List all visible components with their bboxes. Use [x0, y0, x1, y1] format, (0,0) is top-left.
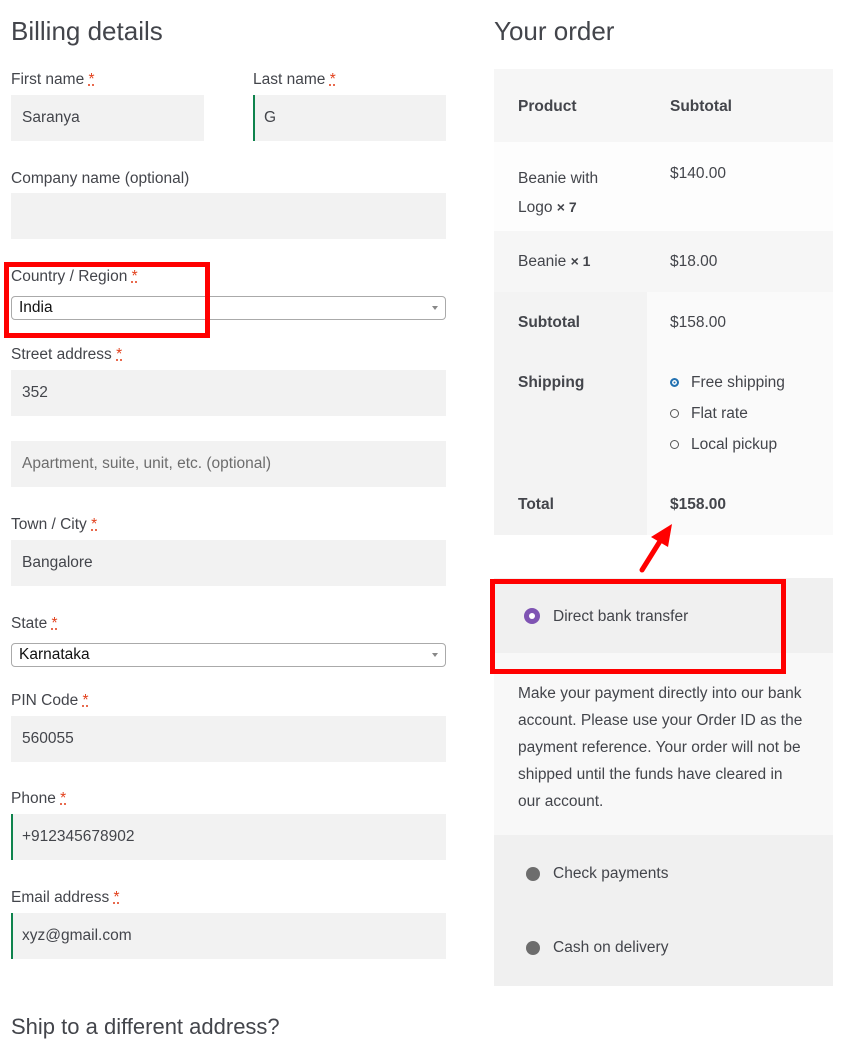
city-field[interactable]: Bangalore: [11, 540, 446, 586]
col-subtotal: Subtotal: [670, 98, 732, 115]
shipping-option-free[interactable]: Free shipping: [670, 374, 785, 392]
annotation-highlight-payment: [490, 579, 786, 674]
state-label: State *: [11, 615, 58, 632]
order-item-name: Beanie × 1: [518, 253, 591, 270]
street-label: Street address *: [11, 346, 123, 363]
arrow-shaft: [639, 535, 665, 573]
radio-icon[interactable]: [670, 440, 679, 450]
shipping-option-flat[interactable]: Flat rate: [670, 405, 748, 423]
chevron-down-icon: [432, 653, 438, 657]
order-item-price: $140.00: [670, 165, 727, 182]
required-mark: *: [60, 790, 67, 807]
subtotal-value: $158.00: [670, 314, 727, 331]
subtotal-label: Subtotal: [518, 314, 580, 331]
street-field[interactable]: 352: [11, 370, 446, 416]
radio-selected-icon[interactable]: [670, 378, 679, 388]
city-label: Town / City *: [11, 516, 98, 533]
item-qty: × 7: [556, 199, 577, 215]
annotation-highlight-country: [4, 262, 210, 338]
required-mark: *: [51, 615, 58, 632]
pin-label: PIN Code *: [11, 692, 89, 709]
order-title: Your order: [494, 16, 615, 46]
pin-field[interactable]: 560055: [11, 716, 446, 762]
required-mark: *: [82, 692, 89, 709]
shipping-label: Shipping: [518, 374, 585, 391]
first-name-field[interactable]: Saranya: [11, 95, 204, 141]
last-name-label: Last name *: [253, 71, 336, 88]
phone-field[interactable]: +912345678902: [11, 814, 446, 860]
required-mark: *: [113, 889, 120, 906]
order-item-name: Beanie with Logo × 7: [518, 170, 599, 216]
email-field[interactable]: xyz@gmail.com: [11, 913, 446, 959]
required-mark: *: [91, 516, 98, 533]
phone-label: Phone *: [11, 790, 67, 807]
payment-radio-icon[interactable]: [526, 867, 540, 881]
ship-different-heading[interactable]: Ship to a different address?: [11, 1014, 280, 1040]
required-mark: *: [329, 71, 336, 88]
required-mark: *: [116, 346, 123, 363]
payment-method-check[interactable]: Check payments: [553, 865, 668, 883]
col-product: Product: [518, 98, 577, 115]
arrow-head: [651, 524, 672, 547]
email-label: Email address *: [11, 889, 120, 906]
payment-method-cod[interactable]: Cash on delivery: [553, 939, 668, 957]
annotation-arrow-icon: [639, 524, 672, 573]
state-select[interactable]: Karnataka: [11, 643, 446, 667]
payment-description: Make your payment directly into our bank…: [518, 685, 803, 810]
last-name-field[interactable]: G: [253, 95, 446, 141]
apartment-field[interactable]: Apartment, suite, unit, etc. (optional): [11, 441, 446, 487]
item-qty: × 1: [570, 253, 591, 269]
billing-title: Billing details: [11, 16, 163, 46]
shipping-option-local[interactable]: Local pickup: [670, 436, 777, 454]
chevron-down-icon: [432, 306, 438, 310]
required-mark: *: [88, 71, 95, 88]
company-label: Company name (optional): [11, 170, 190, 187]
first-name-label: First name *: [11, 71, 95, 88]
payment-radio-icon[interactable]: [526, 941, 540, 955]
total-value: $158.00: [670, 496, 727, 513]
order-item-price: $18.00: [670, 253, 718, 270]
radio-icon[interactable]: [670, 409, 679, 419]
company-field[interactable]: [11, 193, 446, 239]
total-label: Total: [518, 496, 554, 513]
